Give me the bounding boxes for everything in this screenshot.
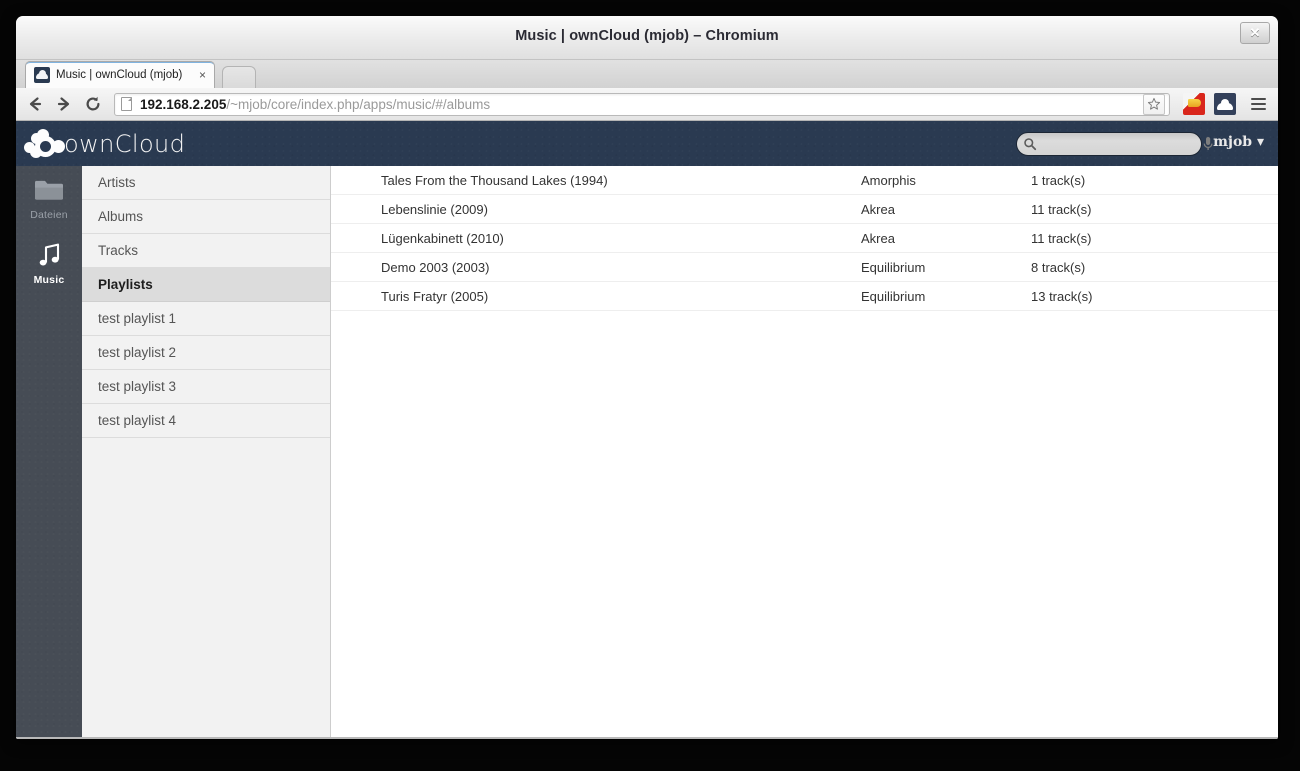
chromium-browser-window: Music | ownCloud (mjob) – Chromium ✕ Mus… [16,16,1278,739]
nav-filler [82,438,330,737]
search-icon [1023,137,1039,151]
forward-icon[interactable] [50,92,77,117]
browser-toolbar: 192.168.2.205/~mjob/core/index.php/apps/… [16,88,1278,121]
nav-item-test-playlist-4[interactable]: test playlist 4 [82,404,330,438]
sidebar-item-music[interactable]: Music [16,231,82,296]
owncloud-extension-icon[interactable] [1214,93,1236,115]
owncloud-logo-text: ownCloud [64,130,186,158]
album-title: Demo 2003 (2003) [381,259,490,275]
tab-close-icon[interactable]: × [195,68,210,83]
nav-item-albums[interactable]: Albums [82,200,330,234]
address-bar[interactable]: 192.168.2.205/~mjob/core/index.php/apps/… [114,92,1170,116]
url-path: /~mjob/core/index.php/apps/music/#/album… [226,96,491,112]
album-tracks: 8 track(s) [1031,259,1086,275]
menu-bar-2 [1250,103,1266,105]
desktop-background: Music | ownCloud (mjob) – Chromium ✕ Mus… [0,0,1300,771]
new-tab-button[interactable] [222,66,256,88]
album-tracks: 11 track(s) [1031,201,1092,217]
folder-icon [16,174,82,206]
window-close-button[interactable]: ✕ [1240,22,1270,44]
browser-tab-title: Music | ownCloud (mjob) [56,69,183,81]
menu-bar-1 [1250,98,1266,100]
url-text: 192.168.2.205/~mjob/core/index.php/apps/… [140,94,1143,115]
close-icon: ✕ [1249,25,1261,40]
owncloud-logo[interactable]: ownCloud [24,125,186,163]
window-title: Music | ownCloud (mjob) – Chromium [515,28,779,44]
nav-item-playlists[interactable]: Playlists [82,268,330,302]
nav-item-artists[interactable]: Artists [82,166,330,200]
user-menu[interactable]: mjob ▾ [1213,134,1264,150]
lastpass-extension-icon[interactable] [1183,93,1205,115]
table-row[interactable]: Turis Fratyr (2005) Equilibrium 13 track… [331,282,1278,311]
album-list: Tales From the Thousand Lakes (1994) Amo… [331,166,1278,737]
nav-item-test-playlist-1[interactable]: test playlist 1 [82,302,330,336]
table-row[interactable]: Lügenkabinett (2010) Akrea 11 track(s) [331,224,1278,253]
owncloud-cloud-icon [24,128,70,160]
nav-item-tracks[interactable]: Tracks [82,234,330,268]
album-title: Lügenkabinett (2010) [381,230,504,246]
sidebar-item-dateien[interactable]: Dateien [16,166,82,231]
table-row[interactable]: Tales From the Thousand Lakes (1994) Amo… [331,166,1278,195]
album-artist: Equilibrium [861,259,926,275]
music-note-icon [16,239,82,271]
album-tracks: 13 track(s) [1031,288,1093,304]
search-input[interactable] [1039,137,1202,151]
browser-tabstrip: Music | ownCloud (mjob) × [16,60,1278,88]
search-box[interactable] [1016,132,1213,156]
page-viewport: ownCloud mjob ▾ Dateien Music Artists Al… [16,121,1278,737]
album-title: Tales From the Thousand Lakes (1994) [381,172,608,188]
owncloud-favicon-icon [34,67,50,83]
owncloud-header: ownCloud mjob ▾ [16,121,1278,166]
window-titlebar: Music | ownCloud (mjob) – Chromium ✕ [16,16,1278,60]
sidebar-item-label: Music [33,274,65,286]
window-bottom-edge [16,737,1278,739]
album-artist: Equilibrium [861,288,926,304]
album-artist: Akrea [861,230,895,246]
album-tracks: 1 track(s) [1031,172,1086,188]
music-navigation-panel: Artists Albums Tracks Playlists test pla… [82,166,331,737]
back-icon[interactable] [21,92,48,117]
star-icon[interactable] [1143,93,1165,115]
menu-bar-3 [1250,108,1266,110]
album-artist: Akrea [861,201,895,217]
album-title: Turis Fratyr (2005) [381,288,489,304]
page-info-icon [121,97,132,111]
sidebar-item-label: Dateien [30,209,68,221]
album-artist: Amorphis [861,172,916,188]
nav-item-test-playlist-3[interactable]: test playlist 3 [82,370,330,404]
hamburger-menu-icon[interactable] [1246,92,1270,116]
browser-tab[interactable]: Music | ownCloud (mjob) × [25,61,215,88]
table-row[interactable]: Demo 2003 (2003) Equilibrium 8 track(s) [331,253,1278,282]
url-host: 192.168.2.205 [140,96,227,112]
album-title: Lebenslinie (2009) [381,201,488,217]
album-tracks: 11 track(s) [1031,230,1092,246]
reload-icon[interactable] [79,92,106,117]
table-row[interactable]: Lebenslinie (2009) Akrea 11 track(s) [331,195,1278,224]
nav-item-test-playlist-2[interactable]: test playlist 2 [82,336,330,370]
app-sidebar: Dateien Music [16,166,82,737]
